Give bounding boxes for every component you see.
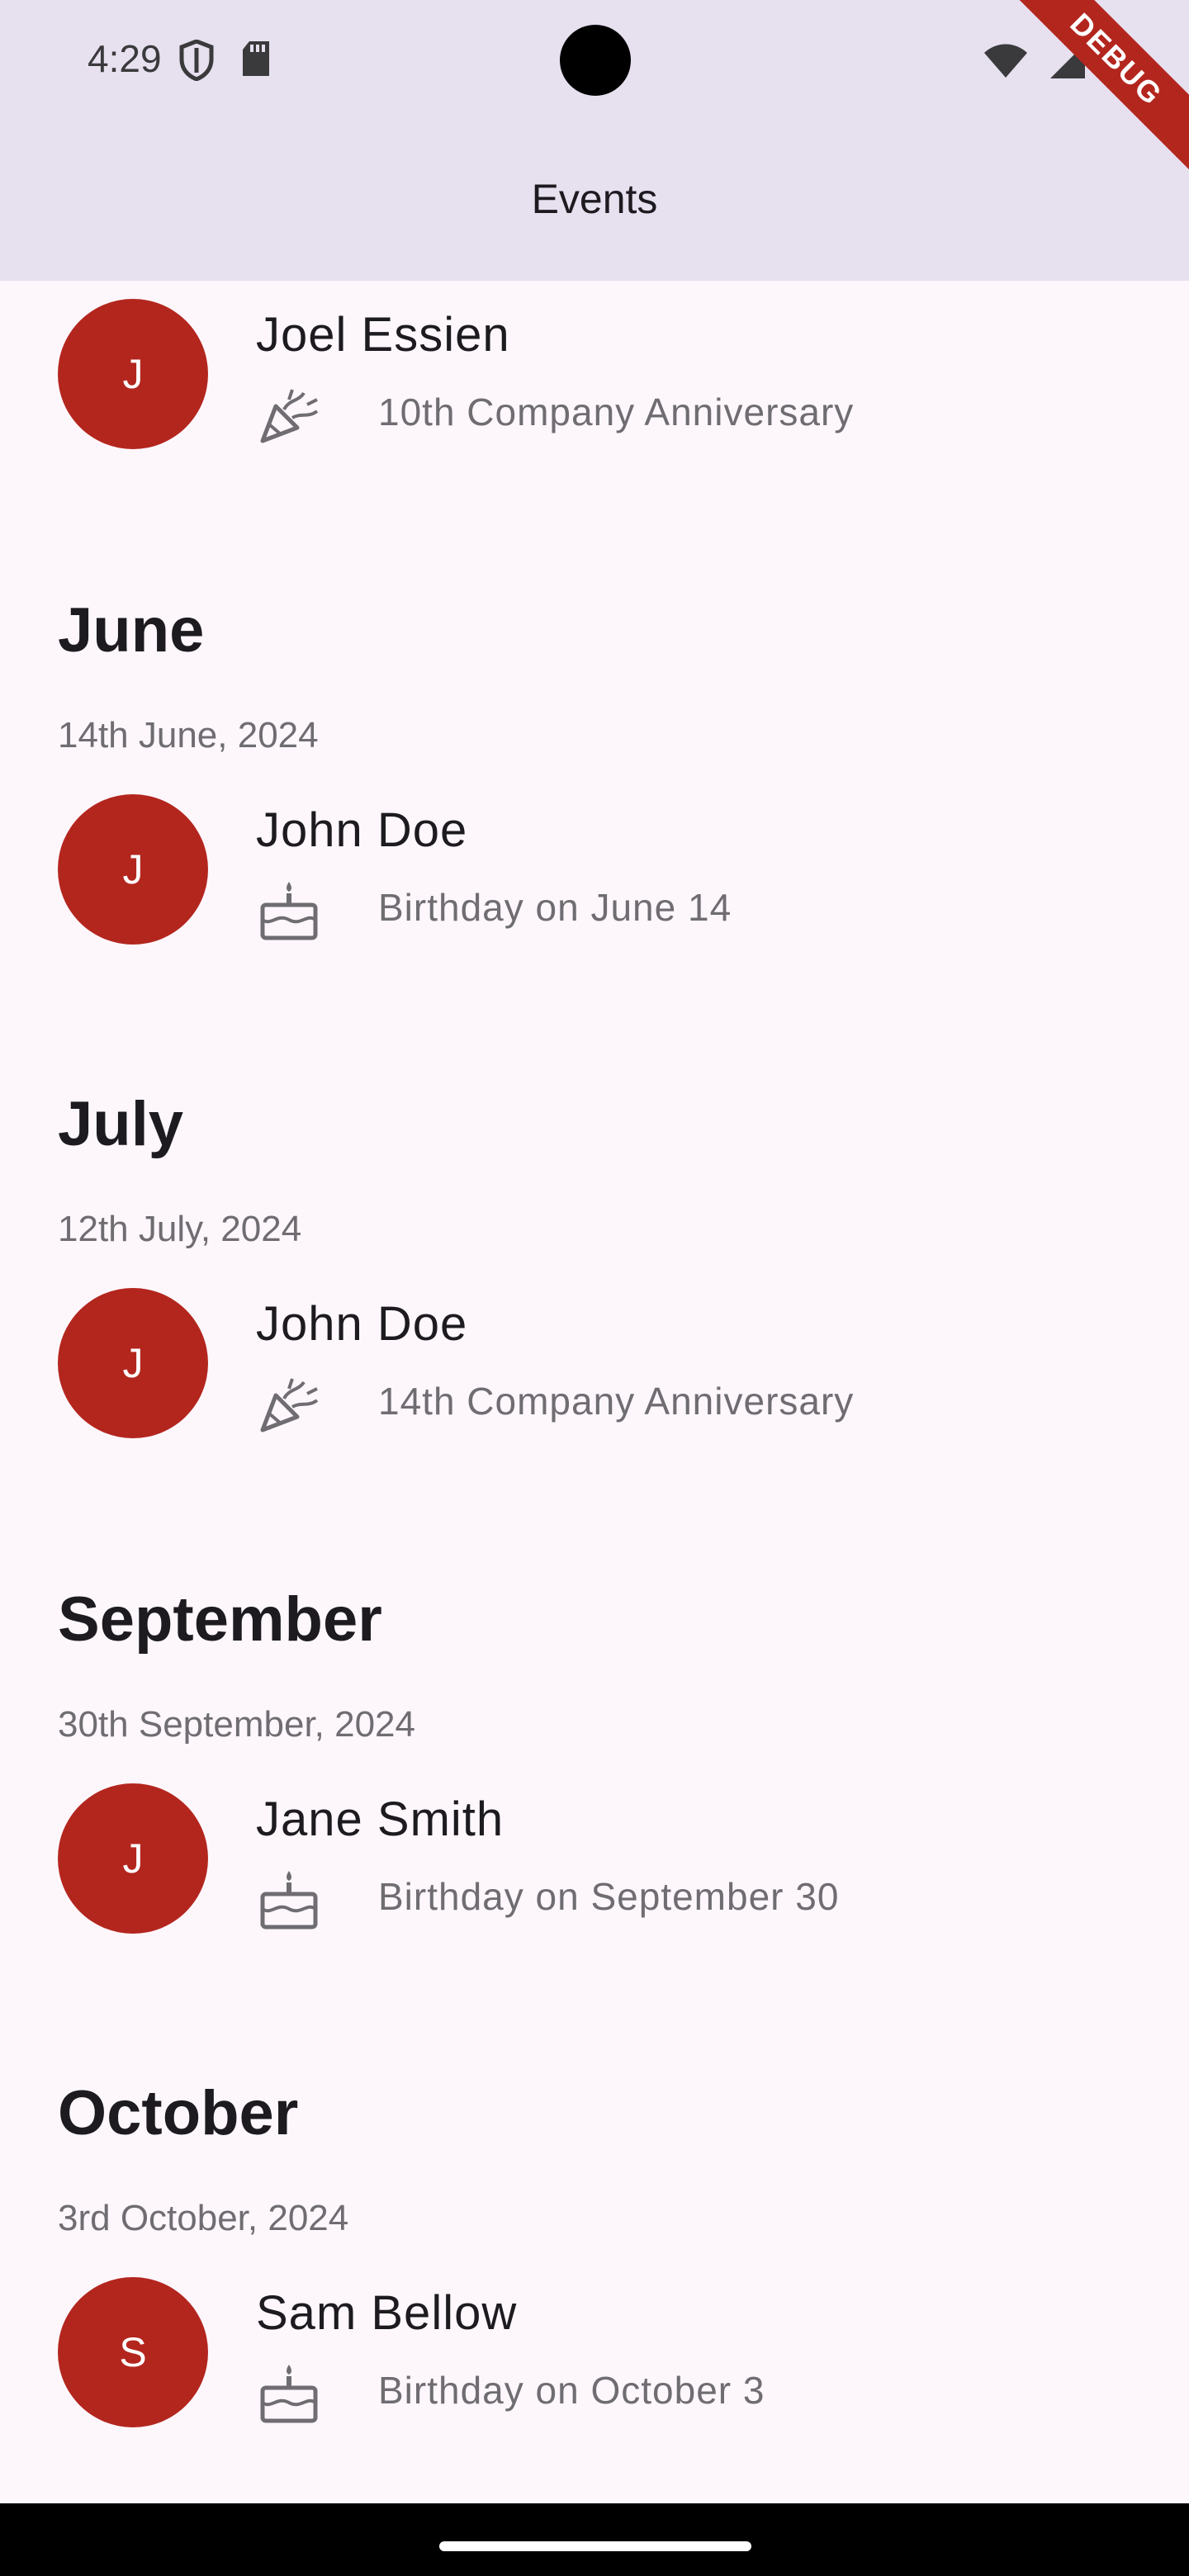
event-description: Birthday on June 14 xyxy=(378,886,732,929)
avatar: S xyxy=(58,2277,208,2427)
month-header: October xyxy=(58,2078,299,2148)
person-name: Joel Essien xyxy=(256,308,510,362)
party-popper-icon xyxy=(260,1378,319,1432)
list-item[interactable]: J John Doe Birthday on June 14 xyxy=(0,794,1189,951)
cake-icon xyxy=(260,2365,318,2423)
person-name: Jane Smith xyxy=(256,1792,504,1846)
event-description: 14th Company Anniversary xyxy=(378,1380,855,1423)
system-nav-bar xyxy=(0,2503,1189,2576)
list-item[interactable]: S Sam Bellow Birthday on October 3 xyxy=(0,2277,1189,2434)
wifi-icon xyxy=(984,44,1027,78)
avatar: J xyxy=(58,299,208,449)
home-gesture-handle[interactable] xyxy=(439,2541,751,2551)
avatar: J xyxy=(58,1288,208,1438)
event-date: 3rd October, 2024 xyxy=(58,2198,349,2238)
person-name: John Doe xyxy=(256,803,468,857)
camera-cutout xyxy=(560,25,631,96)
event-description: Birthday on September 30 xyxy=(378,1875,840,1918)
avatar: J xyxy=(58,794,208,945)
events-list[interactable]: J Joel Essien 10th Company Anniversary J… xyxy=(0,281,1189,2503)
sd-card-icon xyxy=(243,41,269,76)
month-header: September xyxy=(58,1584,382,1655)
shield-icon xyxy=(179,40,214,81)
app-bar: 4:29 Events DEBUG xyxy=(0,0,1189,281)
person-name: Sam Bellow xyxy=(256,2286,518,2340)
event-date: 30th September, 2024 xyxy=(58,1704,415,1745)
month-header: June xyxy=(58,595,205,665)
list-item[interactable]: J Jane Smith Birthday on September 30 xyxy=(0,1783,1189,1940)
list-item[interactable]: J John Doe 14th Company Anniversary xyxy=(0,1288,1189,1445)
month-header: July xyxy=(58,1089,184,1159)
page-title: Events xyxy=(531,176,658,222)
party-popper-icon xyxy=(260,389,319,443)
list-item[interactable]: J Joel Essien 10th Company Anniversary xyxy=(0,299,1189,456)
event-date: 14th June, 2024 xyxy=(58,715,319,755)
person-name: John Doe xyxy=(256,1297,468,1351)
status-time: 4:29 xyxy=(88,37,162,80)
cake-icon xyxy=(260,1871,318,1930)
event-description: 10th Company Anniversary xyxy=(378,391,855,433)
event-description: Birthday on October 3 xyxy=(378,2369,765,2412)
status-icons-left xyxy=(178,40,272,81)
event-date: 12th July, 2024 xyxy=(58,1209,302,1249)
avatar: J xyxy=(58,1783,208,1934)
debug-banner: DEBUG xyxy=(992,0,1189,183)
cake-icon xyxy=(260,882,318,940)
